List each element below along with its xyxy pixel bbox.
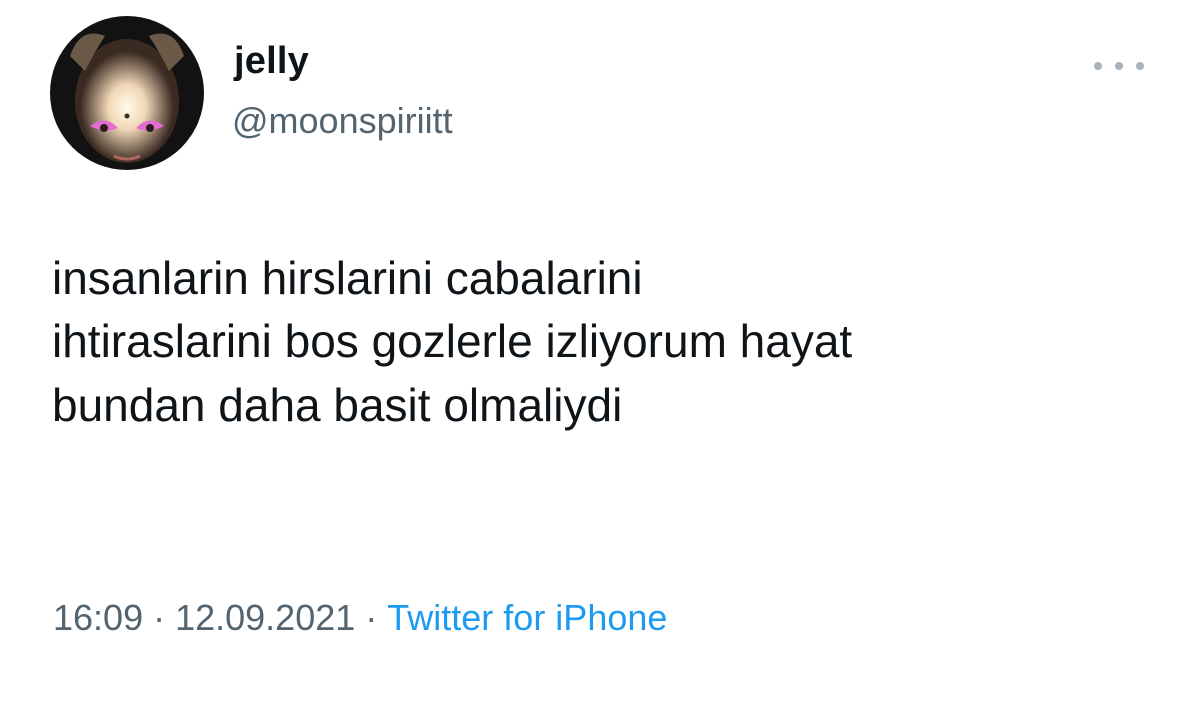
more-dot <box>1094 62 1102 70</box>
tweet-source-link[interactable]: Twitter for iPhone <box>387 597 667 638</box>
meta-separator: · <box>153 597 166 638</box>
more-dot <box>1115 62 1123 70</box>
author-handle[interactable]: @moonspiriitt <box>232 103 453 139</box>
meta-separator: · <box>365 597 378 638</box>
tweet-text-line: bundan daha basit olmaliydi <box>52 378 623 431</box>
tweet-metadata: 16:09 · 12.09.2021 · Twitter for iPhone <box>53 600 667 636</box>
tweet-card: jelly @moonspiriitt insanlarin hirslarin… <box>0 0 1200 704</box>
tweet-text-line: ihtiraslarini bos gozlerle izliyorum hay… <box>52 315 853 368</box>
tweet-time[interactable]: 16:09 <box>53 597 143 638</box>
tweet-text: insanlarin hirslarini cabalarini ihtiras… <box>52 251 1162 441</box>
tweet-text-line: insanlarin hirslarini cabalarini <box>52 252 643 304</box>
avatar-image <box>50 16 204 170</box>
author-name[interactable]: jelly <box>234 42 309 80</box>
more-dot <box>1136 62 1144 70</box>
tweet-date[interactable]: 12.09.2021 <box>175 597 355 638</box>
avatar[interactable] <box>50 16 204 170</box>
more-options-icon[interactable] <box>1094 56 1144 76</box>
